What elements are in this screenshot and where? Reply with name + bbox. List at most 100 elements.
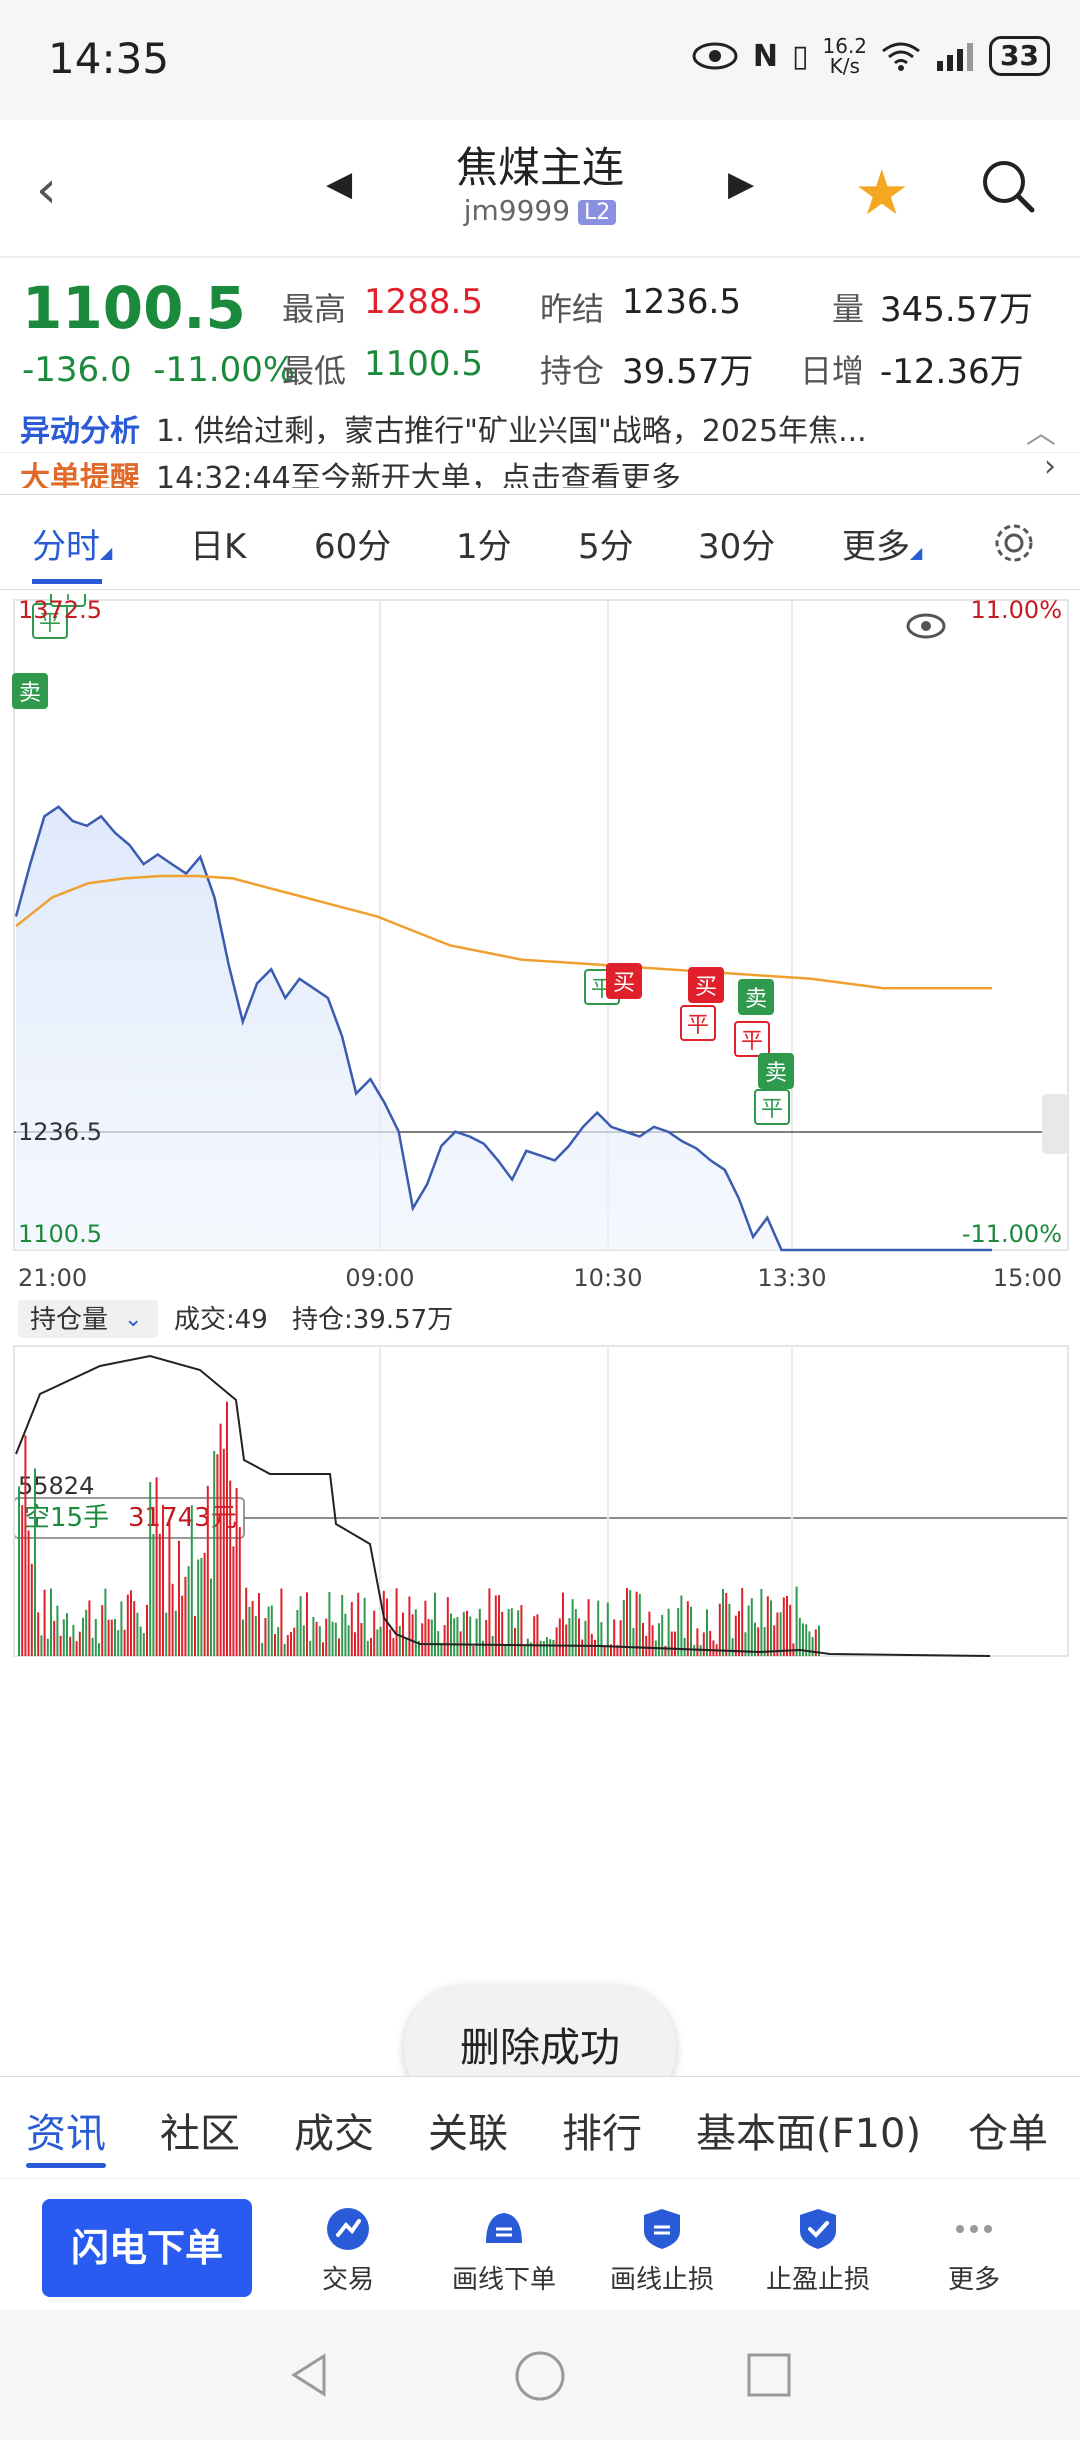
sub-indicator-selector[interactable]: 持仓量 ⌄ (18, 1300, 158, 1338)
volume-bar (786, 1595, 788, 1656)
volume-bar (776, 1612, 779, 1656)
volume-bar (466, 1610, 468, 1656)
volume-bar (747, 1605, 750, 1656)
time-label-0900: 09:00 (345, 1264, 414, 1292)
volume-bar (741, 1587, 744, 1656)
trade-marker[interactable]: 卖 (12, 673, 48, 709)
volume-bar (338, 1638, 340, 1656)
quote-panel: 1100.5 -136.0 -11.00% 最高 1288.5 最低 1100.… (0, 256, 1080, 406)
nav-back-icon[interactable] (284, 2350, 334, 2400)
nav-home-icon[interactable] (514, 2350, 566, 2402)
volume-bar (600, 1622, 603, 1656)
high-value: 1288.5 (364, 282, 483, 322)
tab-fundamentals[interactable]: 基本面(F10) (696, 2101, 921, 2159)
volume-bar (725, 1593, 728, 1656)
next-contract-button[interactable]: ▶ (728, 164, 754, 204)
volume-bar (290, 1632, 292, 1656)
shield-icon (644, 2209, 680, 2249)
chevron-up-icon[interactable]: ︿ (1026, 408, 1056, 446)
volume-bar (485, 1620, 488, 1656)
trade-marker-label: 平 (761, 1097, 783, 1122)
settings-gear-icon[interactable] (992, 521, 1036, 565)
volume-bar (558, 1618, 561, 1656)
time-label-1330: 13:30 (757, 1264, 826, 1292)
tab-60min[interactable]: 60分 (314, 519, 391, 568)
tab-5min[interactable]: 5分 (578, 519, 634, 568)
search-icon[interactable] (980, 158, 1036, 214)
volume-bar (162, 1504, 164, 1656)
favorite-star-icon[interactable]: ★ (854, 156, 910, 229)
volume-bar (107, 1619, 110, 1656)
trade-marker[interactable]: 平 (680, 1005, 716, 1041)
tab-intraday[interactable]: 分时◢ (32, 519, 112, 568)
chevron-right-icon[interactable]: › (1044, 453, 1056, 484)
trade-marker-label: 平 (687, 1013, 709, 1038)
volume-bar (795, 1586, 798, 1656)
volume-bar (395, 1588, 398, 1656)
volume-bar (165, 1612, 168, 1656)
position-box[interactable]: 空15手 31743元 (13, 1497, 245, 1539)
volume-bar (37, 1612, 40, 1656)
tab-1min[interactable]: 1分 (456, 519, 512, 568)
volume-bar (453, 1618, 456, 1656)
system-nav-bar (0, 2310, 1080, 2440)
tab-deals[interactable]: 成交 (294, 2101, 374, 2159)
tab-related[interactable]: 关联 (428, 2101, 508, 2159)
news-strip-analysis[interactable]: 异动分析 1. 供给过剩，蒙古推行"矿业兴国"战略，2025年焦... ︿ (0, 406, 1080, 446)
more-button[interactable]: 更多 (894, 2207, 1054, 2296)
volume-bar (648, 1611, 651, 1656)
trade-marker[interactable]: 买 (606, 963, 642, 999)
volume-bar (350, 1602, 353, 1656)
volume-bar (421, 1623, 424, 1656)
trade-marker[interactable]: 买 (688, 967, 724, 1003)
tab-30min[interactable]: 30分 (698, 519, 775, 568)
draw-stoploss-button[interactable]: 画线止损 (582, 2207, 742, 2296)
tab-news[interactable]: 资讯 (26, 2101, 106, 2159)
volume-bar (469, 1616, 472, 1656)
nav-recents-icon[interactable] (746, 2352, 792, 2398)
volume-bar (382, 1590, 385, 1656)
volume-bar (187, 1566, 190, 1656)
position-label: 空15手 (24, 1503, 109, 1533)
volume-bar (482, 1640, 484, 1656)
tab-daily-k[interactable]: 日K (190, 519, 246, 568)
side-drawer-handle[interactable] (1042, 1094, 1068, 1154)
trade-marker[interactable]: 平 (734, 1021, 770, 1057)
chart-eye-icon[interactable] (906, 613, 946, 639)
trade-marker[interactable]: 卖 (758, 1053, 794, 1089)
volume-bar (322, 1642, 324, 1656)
volume-bar (213, 1451, 216, 1656)
trade-marker[interactable]: 平 (754, 1089, 790, 1125)
news-strip-bigorder[interactable]: 大单提醒 14:32:44至今新开大单，点击查看更多 › (0, 452, 1080, 488)
volume-bar (242, 1619, 244, 1656)
flash-order-button[interactable]: 闪电下单 (42, 2199, 252, 2297)
chevron-down-icon: ⌄ (124, 1307, 142, 1332)
trade-marker[interactable]: 卖 (738, 979, 774, 1015)
tab-warehouse[interactable]: 仓单 (968, 2101, 1048, 2159)
volume-bar (450, 1613, 452, 1656)
tab-community[interactable]: 社区 (160, 2101, 240, 2159)
chart-svg[interactable]: 卖平平卖平卖平买买平平卖卖平 1372.5 11.00% 1236.5 1100… (0, 451, 1080, 2070)
trade-button[interactable]: 交易 (268, 2207, 428, 2296)
volume-bar (434, 1592, 436, 1656)
volume-bar (21, 1505, 24, 1656)
intraday-chart[interactable]: 卖平平卖平卖平买买平平卖卖平 1372.5 11.00% 1236.5 1100… (0, 451, 1080, 2070)
volume-bar (59, 1635, 62, 1656)
volume-bar (251, 1600, 254, 1656)
volume-bar (34, 1468, 36, 1656)
trade-marker-label: 平 (741, 1029, 763, 1054)
volume-bar (222, 1448, 225, 1656)
volume-bar (181, 1595, 184, 1656)
price-change: -136.0 -11.00% (22, 350, 296, 390)
volume-bar (376, 1629, 379, 1656)
volume-bar (536, 1614, 539, 1656)
draw-order-button[interactable]: 画线下单 (424, 2207, 584, 2296)
volume-bar (574, 1609, 577, 1656)
volume-bar (158, 1533, 161, 1656)
volume-bar (731, 1638, 734, 1656)
volume-bar (72, 1624, 75, 1656)
volume-bar (597, 1600, 600, 1656)
tp-sl-button[interactable]: 止盈止损 (738, 2207, 898, 2296)
tab-more[interactable]: 更多◢ (842, 519, 922, 568)
tab-ranking[interactable]: 排行 (562, 2101, 642, 2159)
